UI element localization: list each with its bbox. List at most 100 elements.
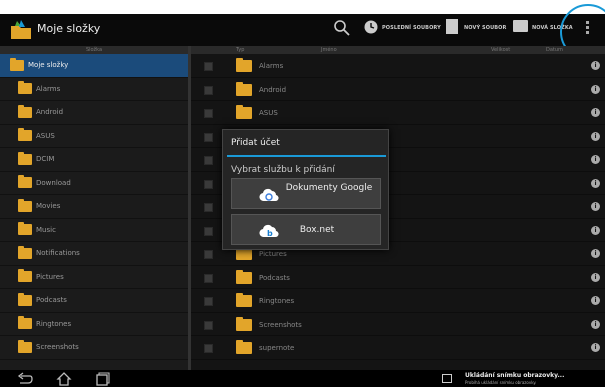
dialog-title-divider	[227, 155, 386, 157]
folder-icon	[18, 222, 32, 236]
clock-icon[interactable]	[364, 20, 378, 34]
row-checkbox[interactable]	[204, 156, 213, 165]
sidebar-item[interactable]: Pictures	[0, 266, 188, 289]
row-checkbox[interactable]	[204, 344, 213, 353]
row-checkbox[interactable]	[204, 297, 213, 306]
search-icon[interactable]	[333, 19, 351, 37]
sidebar-item-label: Podcasts	[36, 296, 67, 305]
row-checkbox[interactable]	[204, 179, 213, 189]
type-column-header[interactable]: Typ	[236, 47, 244, 53]
sidebar-item[interactable]: Alarms	[0, 78, 188, 101]
folder-tree-panel: Složka Moje složky Alarms Android ASUS DCIM D…	[0, 46, 188, 370]
file-row[interactable]: Podcasts i	[191, 266, 605, 289]
google-docs-button[interactable]: Dokumenty Google	[231, 178, 381, 209]
dialog-subtitle: Vybrat službu k přidání	[231, 165, 335, 175]
sidebar-item[interactable]: Screenshots	[0, 336, 188, 360]
folder-icon	[236, 105, 252, 119]
notification-title: Ukládání snímku obrazovky...	[465, 372, 565, 379]
folder-icon	[18, 175, 32, 189]
folder-icon	[236, 293, 252, 307]
image-icon	[442, 374, 452, 383]
info-icon[interactable]: i	[591, 202, 600, 211]
sidebar-item[interactable]: Notifications	[0, 242, 188, 266]
info-icon[interactable]: i	[591, 131, 600, 141]
svg-text:b: b	[267, 229, 273, 238]
info-icon[interactable]: i	[591, 155, 600, 164]
folder-icon	[18, 81, 32, 95]
recent-apps-icon[interactable]	[93, 372, 111, 386]
screenshot-notification[interactable]: Ukládání snímku obrazovky... Probíhá ukl…	[440, 372, 605, 387]
new-folder-icon[interactable]	[513, 20, 528, 32]
folder-icon	[236, 316, 252, 331]
folder-icon	[18, 151, 32, 165]
notification-subtitle: Probíhá ukládání snímku obrazovky.	[465, 380, 537, 385]
sidebar-item[interactable]: Moje složky	[0, 54, 188, 78]
file-row[interactable]: supernote i	[191, 336, 605, 360]
info-icon[interactable]: i	[591, 272, 600, 282]
new-file-button[interactable]: NOVÝ SOUBOR	[464, 25, 506, 31]
sidebar-item-label: ASUS	[36, 131, 55, 140]
app-title: Moje složky	[37, 22, 101, 35]
file-row[interactable]: Alarms i	[191, 54, 605, 78]
sidebar-item[interactable]: Android	[0, 101, 188, 125]
folder-icon	[18, 269, 32, 283]
row-checkbox[interactable]	[204, 250, 213, 259]
row-checkbox[interactable]	[204, 320, 213, 330]
size-column-header[interactable]: Velikost	[491, 47, 510, 53]
box-net-label: Box.net	[299, 225, 335, 235]
file-name: Ringtones	[259, 297, 295, 305]
folder-icon	[18, 292, 32, 306]
info-icon[interactable]: i	[591, 319, 600, 329]
info-icon[interactable]: i	[591, 225, 600, 235]
sidebar-item[interactable]: Music	[0, 219, 188, 242]
new-file-icon[interactable]	[446, 19, 458, 34]
name-column-header[interactable]: Jméno	[321, 47, 337, 53]
row-checkbox[interactable]	[204, 132, 213, 142]
sidebar-item[interactable]: Podcasts	[0, 289, 188, 313]
sidebar-item[interactable]: ASUS	[0, 125, 188, 148]
info-icon[interactable]: i	[591, 61, 600, 70]
row-checkbox[interactable]	[204, 226, 213, 236]
sidebar-item-label: Download	[36, 178, 71, 187]
sidebar-item[interactable]: Movies	[0, 195, 188, 219]
row-checkbox[interactable]	[204, 273, 213, 283]
file-row[interactable]: Ringtones i	[191, 289, 605, 313]
sidebar-item[interactable]: Ringtones	[0, 313, 188, 336]
back-icon[interactable]	[16, 372, 34, 386]
sidebar-item-label: DCIM	[36, 155, 55, 164]
row-checkbox[interactable]	[204, 203, 213, 212]
sidebar-item-label: Pictures	[36, 272, 64, 281]
sidebar-item-label: Music	[36, 225, 56, 234]
home-icon[interactable]	[55, 372, 73, 386]
sidebar-item[interactable]: Download	[0, 172, 188, 195]
sidebar-item[interactable]: DCIM	[0, 148, 188, 172]
file-row[interactable]: Android i	[191, 78, 605, 101]
info-icon[interactable]: i	[591, 84, 600, 94]
info-icon[interactable]: i	[591, 108, 600, 117]
folder-icon	[236, 81, 252, 96]
info-icon[interactable]: i	[591, 343, 600, 352]
date-column-header[interactable]: Datum	[546, 47, 563, 53]
box-net-button[interactable]: b Box.net	[231, 214, 381, 245]
info-icon[interactable]: i	[591, 296, 600, 305]
file-row[interactable]: ASUS i	[191, 101, 605, 125]
folder-icon	[18, 316, 32, 330]
app-folder-icon[interactable]	[9, 18, 33, 42]
row-checkbox[interactable]	[204, 62, 213, 71]
file-list-header: Typ Jméno Velikost Datum	[191, 46, 605, 54]
file-name: Pictures	[259, 250, 287, 258]
recent-files-button[interactable]: POSLEDNÍ SOUBORY	[382, 25, 441, 31]
row-checkbox[interactable]	[204, 85, 213, 95]
file-name: ASUS	[259, 109, 278, 117]
google-docs-cloud-icon	[259, 188, 279, 202]
row-checkbox[interactable]	[204, 109, 213, 118]
file-row[interactable]: Screenshots i	[191, 313, 605, 336]
folder-icon	[18, 104, 32, 118]
box-cloud-icon: b	[259, 224, 279, 238]
info-icon[interactable]: i	[591, 178, 600, 188]
sidebar-item-label: Movies	[36, 202, 61, 211]
folder-column-header: Složka	[0, 46, 188, 54]
file-name: Alarms	[259, 62, 284, 70]
sidebar-item-label: Android	[36, 108, 64, 117]
info-icon[interactable]: i	[591, 249, 600, 258]
